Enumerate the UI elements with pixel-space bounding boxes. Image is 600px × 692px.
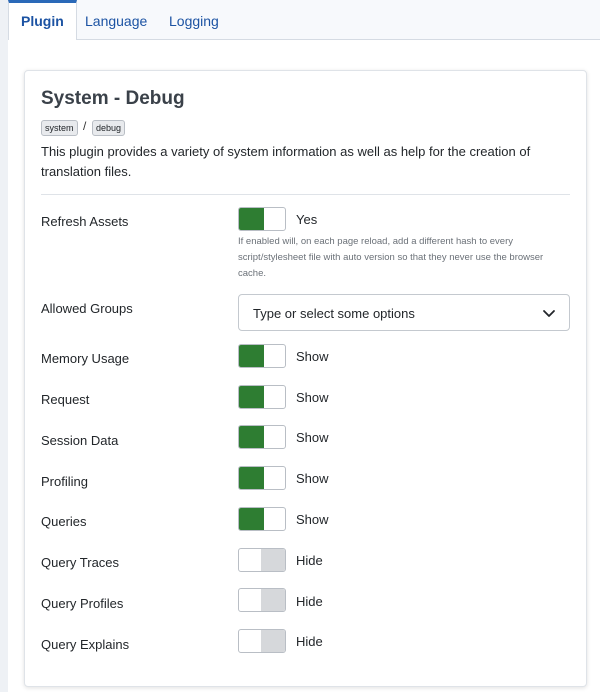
memory-usage-state: Show <box>296 349 329 364</box>
session-data-state: Show <box>296 430 329 445</box>
badge-separator: / <box>83 119 87 133</box>
badge-debug: debug <box>92 120 126 136</box>
query-explains-state: Hide <box>296 634 323 649</box>
refresh-assets-toggle[interactable] <box>238 207 286 231</box>
session-data-toggle[interactable] <box>238 425 286 449</box>
toggle-fill <box>239 426 264 448</box>
profiling-state: Show <box>296 471 329 486</box>
allowed-groups-label: Allowed Groups <box>41 301 133 316</box>
request-toggle[interactable] <box>238 385 286 409</box>
tab-plugin[interactable]: Plugin <box>8 0 77 41</box>
refresh-assets-label: Refresh Assets <box>41 214 129 229</box>
tab-language[interactable]: Language <box>73 0 159 40</box>
query-explains-toggle[interactable] <box>238 629 286 653</box>
toggle-track <box>261 549 285 571</box>
toggle-fill <box>239 208 264 230</box>
request-label: Request <box>41 392 90 407</box>
allowed-groups-placeholder: Type or select some options <box>253 306 415 321</box>
query-profiles-label: Query Profiles <box>41 596 124 611</box>
queries-label: Queries <box>41 514 87 529</box>
toggle-track <box>261 630 285 652</box>
refresh-assets-state: Yes <box>296 212 318 227</box>
chevron-down-icon[interactable] <box>541 305 557 321</box>
toggle-fill <box>239 345 264 367</box>
refresh-assets-help: If enabled will, on each page reload, ad… <box>238 236 544 279</box>
page-gutter <box>0 0 8 692</box>
toggle-fill <box>239 386 264 408</box>
divider <box>41 194 570 195</box>
toggle-fill <box>239 467 264 489</box>
queries-toggle[interactable] <box>238 507 286 531</box>
queries-state: Show <box>296 512 329 527</box>
query-profiles-state: Hide <box>296 594 323 609</box>
request-state: Show <box>296 390 329 405</box>
badge-system: system <box>41 120 78 136</box>
profiling-label: Profiling <box>41 474 88 489</box>
query-profiles-toggle[interactable] <box>238 588 286 612</box>
profiling-toggle[interactable] <box>238 466 286 490</box>
plugin-title: System - Debug <box>41 88 185 109</box>
memory-usage-toggle[interactable] <box>238 344 286 368</box>
plugin-description: This plugin provides a variety of system… <box>41 144 531 179</box>
query-traces-state: Hide <box>296 553 323 568</box>
tab-bar: Plugin Language Logging <box>8 0 600 41</box>
session-data-label: Session Data <box>41 433 119 448</box>
memory-usage-label: Memory Usage <box>41 351 130 366</box>
toggle-fill <box>239 508 264 530</box>
toggle-track <box>261 589 285 611</box>
tab-logging[interactable]: Logging <box>157 0 231 40</box>
query-traces-label: Query Traces <box>41 555 120 570</box>
allowed-groups-select[interactable]: Type or select some options <box>238 294 570 331</box>
query-explains-label: Query Explains <box>41 637 130 652</box>
query-traces-toggle[interactable] <box>238 548 286 572</box>
